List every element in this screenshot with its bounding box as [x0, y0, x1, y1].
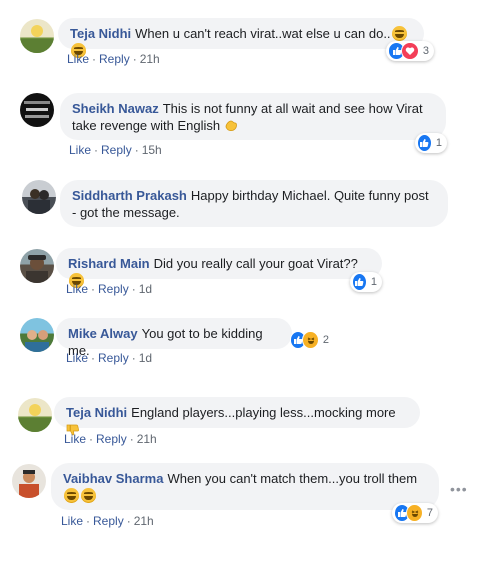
comment-actions: Like · Reply · 1d: [66, 282, 152, 296]
haha-reaction-icon: [406, 504, 423, 522]
separator: ·: [92, 52, 97, 66]
avatar-image: [24, 101, 50, 118]
reply-link[interactable]: Reply: [98, 282, 129, 296]
separator: ·: [91, 282, 96, 296]
timestamp[interactable]: 1d: [139, 351, 152, 365]
comment-bubble: Sheikh Nawaz This is not funny at all wai…: [60, 93, 446, 140]
avatar-image: [26, 255, 48, 283]
reaction-summary[interactable]: 1: [415, 133, 447, 153]
timestamp[interactable]: 1d: [139, 282, 152, 296]
comment-text: When u can't reach virat..wat else u can…: [135, 26, 391, 41]
love-reaction-icon: [401, 42, 419, 60]
reaction-count: 1: [370, 276, 377, 288]
reply-link[interactable]: Reply: [96, 432, 127, 446]
avatar-image: [18, 404, 52, 432]
avatar[interactable]: [20, 318, 54, 352]
comment-bubble: Rishard Main Did you really call your goa…: [56, 248, 382, 288]
separator: ·: [132, 52, 137, 66]
avatar[interactable]: [12, 464, 46, 498]
comment-actions: Like · Reply · 21h: [61, 514, 154, 528]
timestamp[interactable]: 21h: [134, 514, 154, 528]
avatar-image: [20, 25, 54, 53]
grinning-sweat-emoji-icon: [391, 26, 407, 41]
grinning-sweat-emoji-icon: [64, 488, 79, 503]
comment-author[interactable]: Siddharth Prakash: [72, 188, 187, 203]
comment-bubble: Siddharth Prakash Happy birthday Michael.…: [60, 180, 448, 227]
like-link[interactable]: Like: [67, 52, 89, 66]
like-link[interactable]: Like: [66, 351, 88, 365]
like-link[interactable]: Like: [64, 432, 86, 446]
comment-author[interactable]: Rishard Main: [68, 256, 150, 271]
reaction-summary[interactable]: 2: [288, 330, 334, 350]
comment-actions: Like · Reply · 1d: [66, 351, 152, 365]
like-link[interactable]: Like: [66, 282, 88, 296]
grinning-sweat-emoji-icon: [81, 488, 96, 503]
separator: ·: [126, 514, 131, 528]
separator: ·: [129, 432, 134, 446]
avatar[interactable]: [20, 19, 54, 53]
comment-text: When you can't match them...you troll th…: [167, 471, 418, 486]
reaction-summary[interactable]: 1: [350, 272, 382, 292]
comment-text: England players...playing less...mocking…: [131, 405, 396, 420]
separator: ·: [134, 143, 139, 157]
avatar-image: [25, 330, 49, 352]
like-link[interactable]: Like: [69, 143, 91, 157]
haha-reaction-icon: [302, 331, 319, 349]
reply-link[interactable]: Reply: [98, 351, 129, 365]
separator: ·: [131, 282, 136, 296]
comment-actions: Like · Reply · 15h: [69, 143, 162, 157]
reaction-summary[interactable]: 3: [386, 41, 434, 61]
comment-author[interactable]: Vaibhav Sharma: [63, 471, 163, 486]
comment-actions: Like · Reply · 21h: [64, 432, 157, 446]
comment-bubble: Teja Nidhi When u can't reach virat..wat …: [58, 18, 424, 58]
comment-author[interactable]: Sheikh Nawaz: [72, 101, 159, 116]
avatar[interactable]: [18, 398, 52, 432]
reaction-count: 3: [422, 45, 429, 57]
timestamp[interactable]: 21h: [137, 432, 157, 446]
avatar-image: [28, 189, 50, 214]
reaction-count: 2: [322, 334, 329, 346]
comment-author[interactable]: Teja Nidhi: [70, 26, 131, 41]
separator: ·: [131, 351, 136, 365]
separator: ·: [94, 143, 99, 157]
comment-author[interactable]: Mike Alway: [68, 326, 138, 341]
reply-link[interactable]: Reply: [101, 143, 132, 157]
avatar[interactable]: [22, 180, 56, 214]
timestamp[interactable]: 15h: [142, 143, 162, 157]
comment-bubble: Mike Alway You got to be kidding me.: [56, 318, 292, 358]
more-options-icon[interactable]: •••: [450, 481, 468, 497]
avatar[interactable]: [20, 93, 54, 127]
reply-link[interactable]: Reply: [99, 52, 130, 66]
clapping-hands-emoji-icon: [224, 119, 238, 132]
like-reaction-icon: [417, 134, 432, 152]
separator: ·: [89, 432, 94, 446]
separator: ·: [91, 351, 96, 365]
avatar[interactable]: [20, 249, 54, 283]
reaction-summary[interactable]: 7: [392, 503, 438, 523]
comment-bubble: Teja Nidhi England players...playing less…: [54, 397, 420, 436]
comment-author[interactable]: Teja Nidhi: [66, 405, 127, 420]
reaction-count: 7: [426, 507, 433, 519]
comment-actions: Like · Reply · 21h: [67, 52, 160, 66]
timestamp[interactable]: 21h: [140, 52, 160, 66]
avatar-image: [19, 470, 39, 498]
reply-link[interactable]: Reply: [93, 514, 124, 528]
comment-text: Did you really call your goat Virat??: [153, 256, 358, 271]
separator: ·: [86, 514, 91, 528]
comment-bubble: Vaibhav Sharma When you can't match them.…: [51, 463, 439, 510]
reaction-count: 1: [435, 137, 442, 149]
like-reaction-icon: [352, 273, 367, 291]
like-link[interactable]: Like: [61, 514, 83, 528]
